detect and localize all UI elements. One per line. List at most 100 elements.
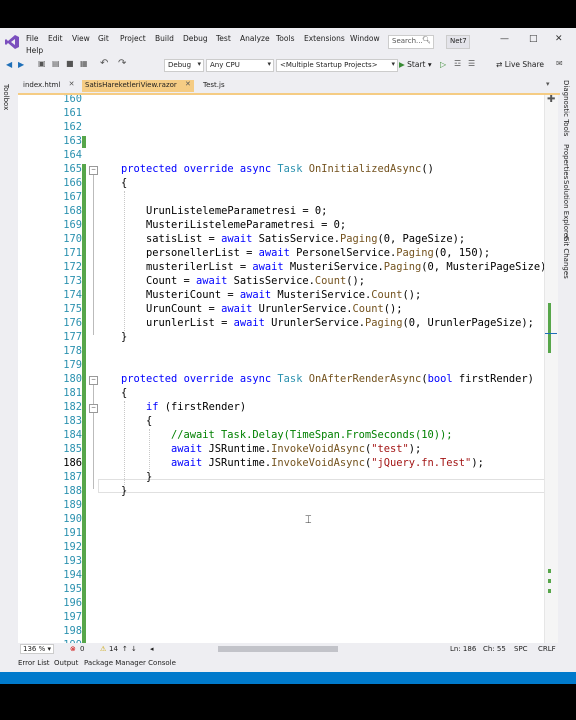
- tab-index-html[interactable]: index.html ✕: [20, 80, 77, 92]
- undo-icon[interactable]: ↶: [100, 58, 108, 69]
- menu-window[interactable]: Window: [350, 34, 380, 43]
- collapse-icon[interactable]: −: [89, 376, 98, 385]
- line-number: 185: [63, 443, 82, 455]
- code-token: MusteriCount =: [146, 289, 240, 301]
- error-count[interactable]: 0: [80, 645, 84, 653]
- collapse-icon[interactable]: −: [89, 404, 98, 413]
- search-input[interactable]: Search... 🔍︎: [388, 35, 434, 49]
- feedback-icon[interactable]: ✉: [556, 59, 563, 68]
- line-number: 167: [63, 191, 82, 203]
- error-list-tab[interactable]: Error List: [18, 659, 50, 667]
- code-token: PersonelService.: [296, 247, 397, 259]
- code-token: await: [171, 443, 209, 455]
- maximize-icon[interactable]: □: [529, 34, 538, 44]
- line-number: 166: [63, 177, 82, 189]
- code-token: //await Task.Delay(TimeSpan.FromSeconds(…: [171, 429, 453, 441]
- menu-debug[interactable]: Debug: [183, 34, 208, 43]
- indent-indicator[interactable]: SPC: [514, 645, 528, 653]
- code-token: async: [239, 373, 278, 385]
- solution-name-badge: Net7: [446, 35, 470, 49]
- platform-select[interactable]: Any CPU ▾: [206, 59, 274, 72]
- close-icon[interactable]: ✕: [555, 34, 563, 44]
- close-tab-icon[interactable]: ✕: [185, 80, 191, 88]
- open-folder-icon[interactable]: ▤: [52, 59, 60, 68]
- document-tab-strip: index.html ✕ SatisHareketleriView.razor …: [18, 79, 560, 95]
- menu-test[interactable]: Test: [216, 34, 231, 43]
- live-share-button[interactable]: ⇄ Live Share: [496, 60, 544, 69]
- output-tab[interactable]: Output: [54, 659, 78, 667]
- line-number: 165: [63, 163, 82, 175]
- menu-project[interactable]: Project: [120, 34, 146, 43]
- code-line: MusteriCount = await MusteriService.Coun…: [146, 289, 421, 301]
- code-line: satisList = await SatisService.Paging(0,…: [146, 233, 465, 245]
- code-line: musterilerList = await MusteriService.Pa…: [146, 261, 553, 273]
- warning-count[interactable]: 14: [109, 645, 118, 653]
- split-editor-icon[interactable]: ✚: [547, 95, 555, 105]
- horizontal-scrollbar-thumb[interactable]: [218, 646, 338, 652]
- code-token: await: [233, 317, 272, 329]
- chevron-down-icon: ▾: [391, 60, 395, 68]
- save-all-icon[interactable]: ▦: [80, 59, 88, 68]
- menu-tools[interactable]: Tools: [276, 34, 294, 43]
- code-cleanup-icon[interactable]: ◂: [150, 645, 154, 653]
- tab-satis-hareketleri-view[interactable]: SatisHareketleriView.razor ✕: [82, 80, 194, 92]
- code-token: firstRender): [458, 373, 534, 385]
- code-token: }: [121, 485, 128, 497]
- line-number: 169: [63, 219, 82, 231]
- menu-analyze[interactable]: Analyze: [240, 34, 270, 43]
- step-icon[interactable]: ☰: [468, 59, 475, 68]
- nav-up-icon[interactable]: ↑: [122, 645, 128, 653]
- menu-view[interactable]: View: [72, 34, 90, 43]
- solution-explorer-tab[interactable]: Solution Explorer: [562, 180, 570, 240]
- code-token: await: [171, 457, 209, 469]
- diagnostic-tools-tab[interactable]: Diagnostic Tools: [562, 80, 570, 136]
- line-number: 164: [63, 149, 82, 161]
- menu-edit[interactable]: Edit: [48, 34, 63, 43]
- code-token: (0, 150);: [433, 247, 491, 259]
- configuration-select[interactable]: Debug ▾: [164, 59, 204, 72]
- forward-icon[interactable]: ▶: [18, 60, 24, 69]
- start-button[interactable]: ▶ Start ▾: [399, 60, 432, 69]
- zoom-select[interactable]: 136 % ▾: [20, 644, 54, 654]
- code-editor[interactable]: 160 161 162 163 164 165 166 167 168 169 …: [18, 95, 558, 643]
- menu-build[interactable]: Build: [155, 34, 174, 43]
- code-token: Paging: [396, 247, 434, 259]
- startup-project-select[interactable]: <Multiple Startup Projects> ▾: [276, 59, 398, 72]
- code-token: ();: [383, 303, 403, 315]
- collapse-icon[interactable]: −: [89, 166, 98, 175]
- properties-tab[interactable]: Properties: [562, 144, 570, 179]
- menu-help[interactable]: Help: [26, 46, 43, 55]
- indent-guide: [124, 191, 125, 331]
- nav-down-icon[interactable]: ↓: [131, 645, 137, 653]
- menu-extensions[interactable]: Extensions: [304, 34, 345, 43]
- code-line: Count = await SatisService.Count();: [146, 275, 365, 287]
- code-token: Task: [277, 163, 309, 175]
- menu-file[interactable]: File: [26, 34, 39, 43]
- back-icon[interactable]: ◀: [6, 60, 12, 69]
- hot-reload-icon[interactable]: ☲: [454, 59, 461, 68]
- start-without-debugging-icon[interactable]: ▷: [440, 60, 446, 69]
- menu-git[interactable]: Git: [98, 34, 109, 43]
- redo-icon[interactable]: ↷: [118, 58, 126, 69]
- left-tool-rail: [0, 78, 18, 648]
- line-endings-indicator[interactable]: CRLF: [538, 645, 556, 653]
- menu-bar: File Edit View Git Project Build Debug T…: [0, 28, 576, 58]
- toolbox-tab[interactable]: Toolbox: [2, 84, 10, 110]
- save-icon[interactable]: ■: [66, 59, 74, 68]
- code-token: JSRuntime.: [208, 457, 272, 469]
- code-token: Paging: [364, 317, 403, 329]
- line-number: 191: [63, 527, 82, 539]
- code-token: await: [239, 289, 278, 301]
- play-icon: ▶: [399, 60, 405, 69]
- git-changes-tab[interactable]: Git Changes: [562, 236, 570, 279]
- close-tab-icon[interactable]: ✕: [69, 80, 75, 88]
- tab-test-js[interactable]: Test.js: [200, 80, 228, 92]
- minimize-icon[interactable]: —: [500, 34, 509, 44]
- editor-vertical-scrollbar[interactable]: [544, 95, 558, 643]
- package-manager-console-tab[interactable]: Package Manager Console: [84, 659, 176, 667]
- new-project-icon[interactable]: ▣: [38, 59, 46, 68]
- code-token: SatisService.: [258, 233, 340, 245]
- code-token: Task: [277, 373, 309, 385]
- tab-overflow-icon[interactable]: ▾: [546, 80, 550, 88]
- code-token: Count: [352, 303, 384, 315]
